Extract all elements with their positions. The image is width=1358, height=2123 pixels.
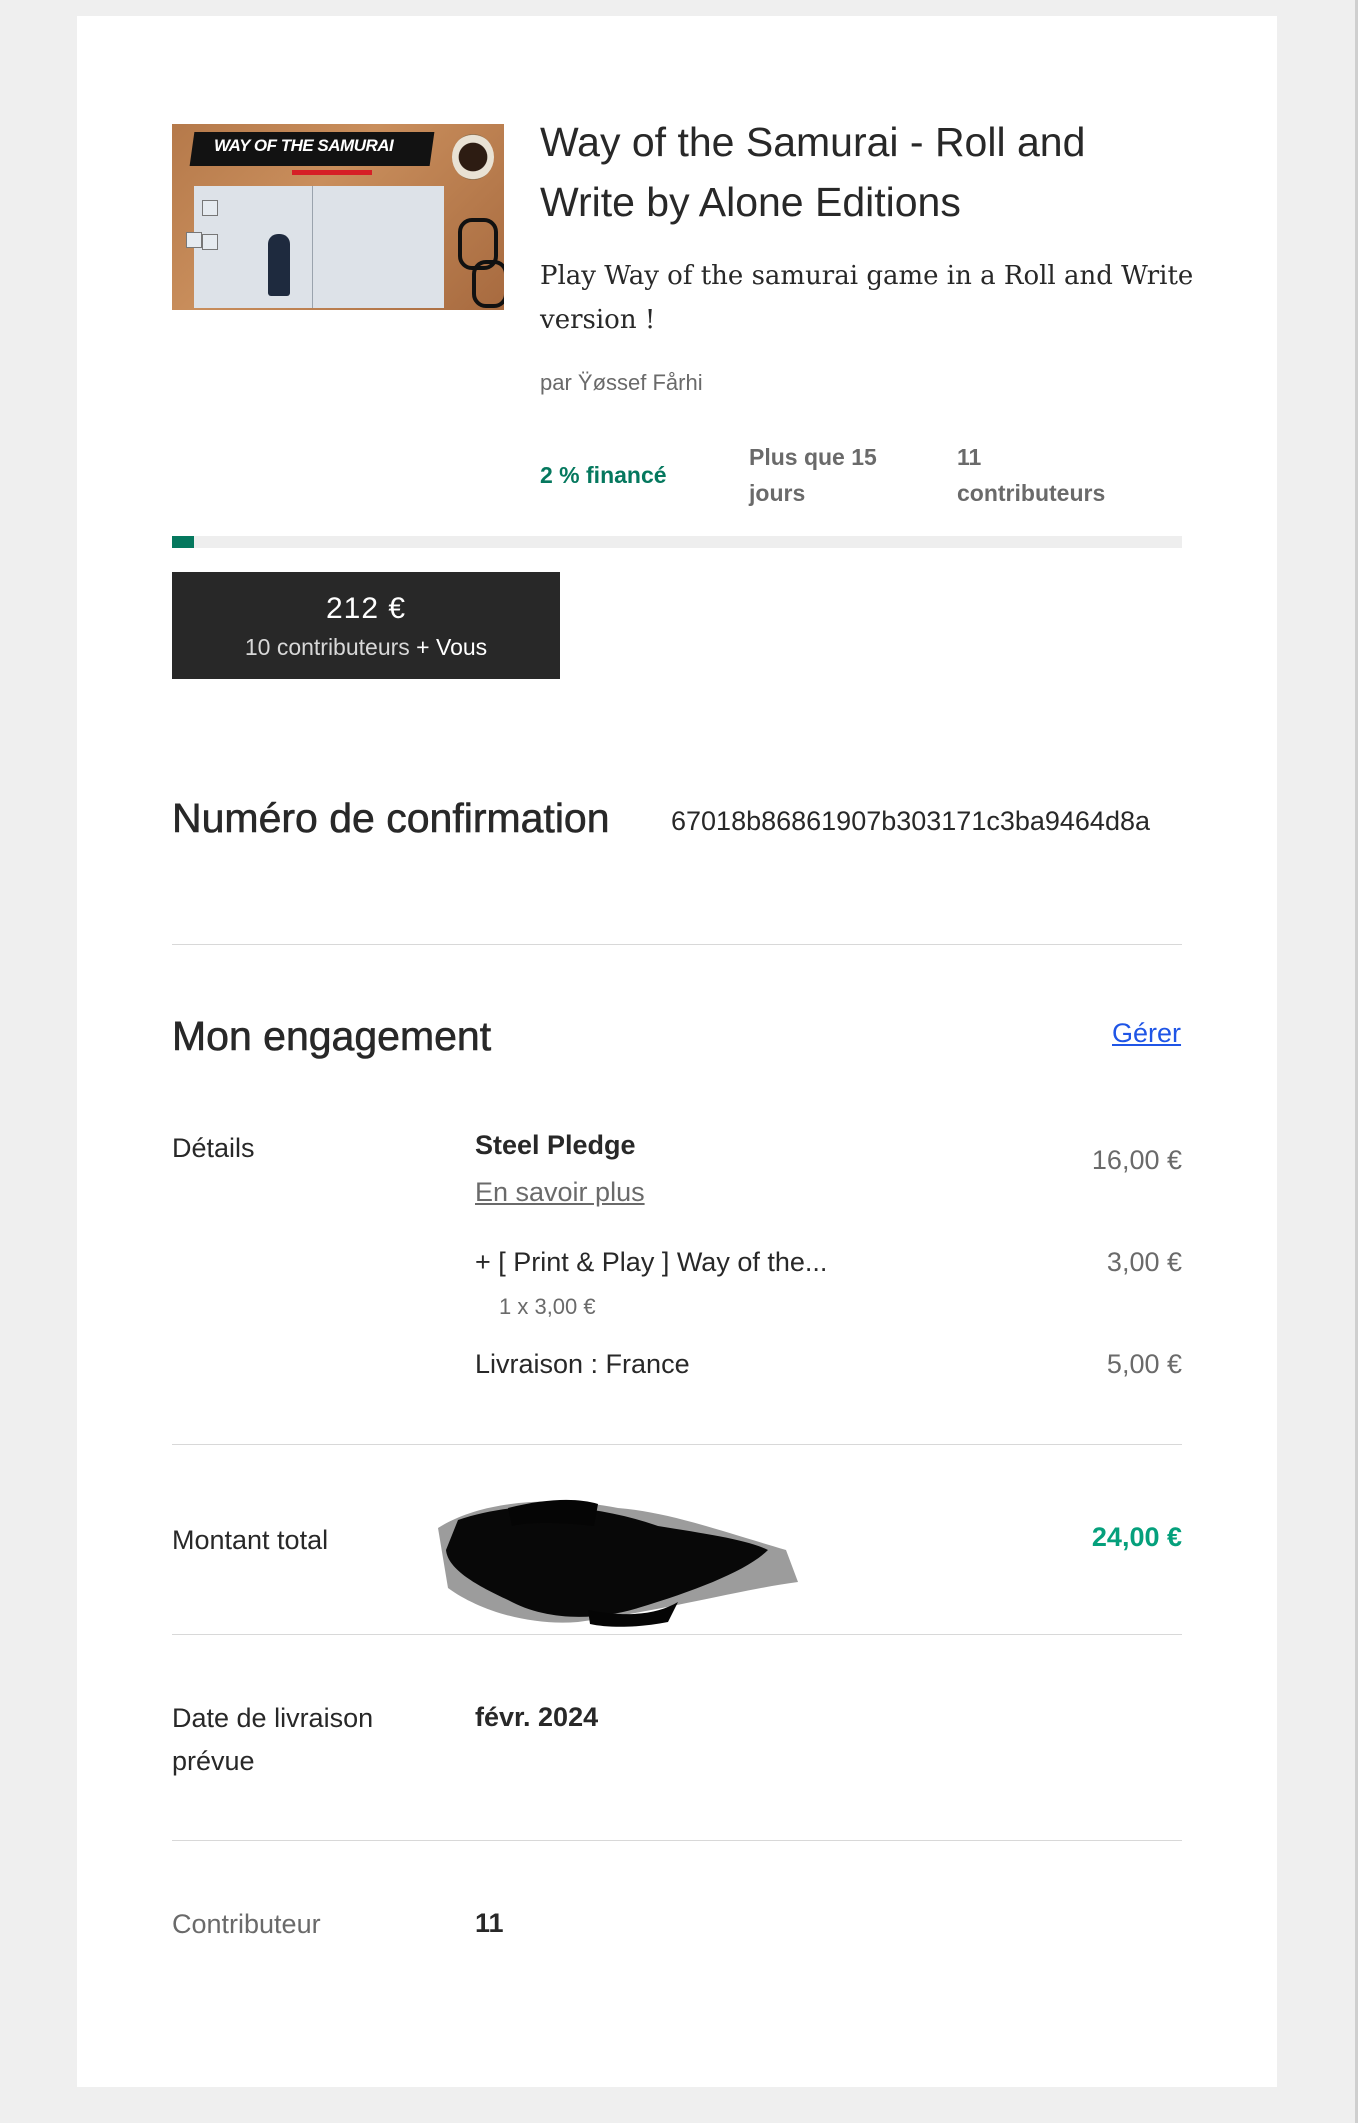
project-description: Play Way of the samurai game in a Roll a…: [540, 261, 1194, 335]
thumbnail-samurai-figure: [268, 234, 290, 296]
thumbnail-logo-text: WAY OF THE SAMURAI: [214, 136, 394, 155]
shipping-label: Livraison : France: [475, 1349, 690, 1379]
details-label: Détails: [172, 1133, 255, 1163]
pledge-total-amount: 212 €: [325, 592, 407, 625]
addon-name: + [ Print & Play ] Way of the...: [475, 1247, 828, 1277]
backer-label: Contributeur: [172, 1909, 321, 1939]
shipping-price: 5,00 €: [1106, 1349, 1182, 1379]
addon-price: 3,00 €: [1106, 1247, 1182, 1277]
delivery-label: Date de livraison prévue: [172, 1697, 373, 1783]
backer-number: 11: [475, 1908, 504, 1938]
time-left-line2: jours: [749, 480, 806, 506]
funding-progress-fill: [172, 536, 194, 548]
delivery-label-line1: Date de livraison: [172, 1703, 374, 1733]
thumbnail-sheet: [194, 186, 444, 308]
thumbnail-glasses-right: [472, 260, 504, 308]
thumbnail-die: [202, 200, 218, 216]
project-thumbnail[interactable]: WAY OF THE SAMURAI: [172, 124, 504, 310]
backers-count-line1: 11: [957, 444, 982, 470]
project-creator: par Ÿøssef Fårhi: [540, 370, 703, 395]
divider: [172, 944, 1182, 945]
thumbnail-die: [202, 234, 218, 250]
addon-quantity: 1 x 3,00 €: [499, 1294, 596, 1319]
manage-link[interactable]: Gérer: [1112, 1018, 1181, 1049]
pledge-backers-count: 10 contributeurs: [244, 634, 410, 660]
project-title[interactable]: Way of the Samurai - Roll and Write by A…: [540, 112, 1190, 232]
divider: [172, 1634, 1182, 1635]
funded-percent: 2 % financé: [540, 462, 667, 488]
thumbnail-red-stroke: [292, 170, 372, 175]
total-amount: 24,00 €: [1091, 1522, 1182, 1552]
delivery-label-line2: prévue: [172, 1746, 255, 1776]
learn-more-link[interactable]: En savoir plus: [475, 1177, 645, 1208]
divider: [172, 1444, 1182, 1445]
total-label: Montant total: [172, 1525, 329, 1555]
thumbnail-die: [186, 232, 202, 248]
thumbnail-coffee-cup: [452, 134, 494, 180]
pledge-plus-you: + Vous: [416, 634, 488, 660]
backers-count: 11 contributeurs: [957, 439, 1105, 511]
redaction-scribble: [438, 1499, 798, 1627]
divider: [172, 1840, 1182, 1841]
funding-progress-track: [172, 536, 1182, 548]
time-left-line1: Plus que 15: [749, 444, 877, 470]
backers-count-line2: contributeurs: [957, 480, 1106, 506]
confirmation-number: 67018b86861907b303171c3ba9464d8a: [671, 806, 1150, 836]
engagement-heading: Mon engagement: [172, 1013, 492, 1060]
reward-price: 16,00 €: [1091, 1145, 1182, 1175]
delivery-date: févr. 2024: [475, 1702, 599, 1732]
pledge-backers-line: 10 contributeurs + Vous: [172, 634, 560, 661]
confirmation-heading: Numéro de confirmation: [172, 795, 610, 842]
reward-name: Steel Pledge: [475, 1130, 636, 1160]
thumbnail-sheet-fold: [312, 186, 313, 308]
time-left: Plus que 15 jours: [749, 439, 877, 511]
pledge-summary-box: 212 € 10 contributeurs + Vous: [172, 572, 560, 679]
